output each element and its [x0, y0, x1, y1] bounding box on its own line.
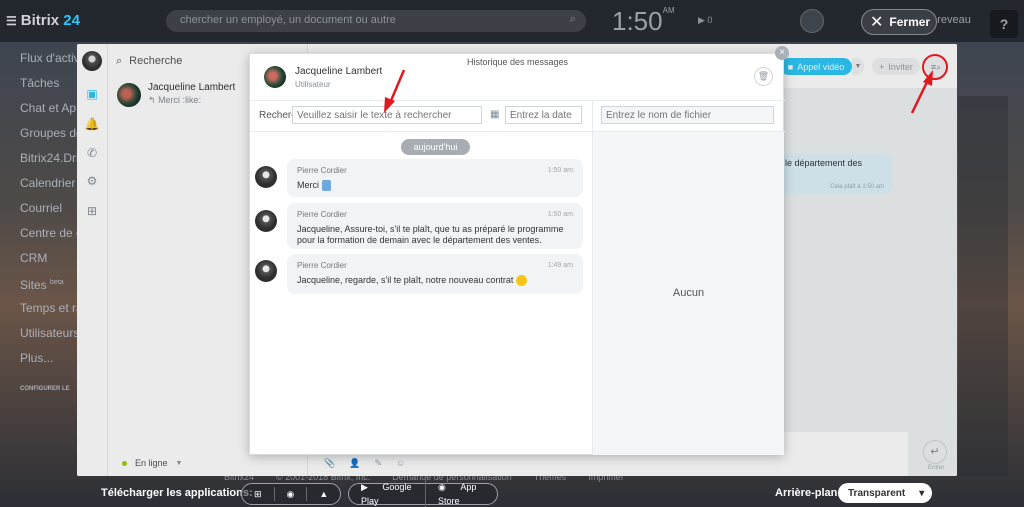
- mobile-apps-group: ▶ Google Play ◉ App Store: [348, 480, 498, 507]
- apple-icon[interactable]: ◉: [275, 487, 308, 501]
- annotation-arrows: [384, 69, 933, 114]
- download-apps-label: Télécharger les applications:: [101, 487, 253, 499]
- background-select[interactable]: Transparent ▾: [838, 483, 932, 503]
- google-play-button[interactable]: ▶ Google Play: [349, 480, 427, 507]
- desktop-apps-group: ⊞ ◉ ▲: [241, 483, 342, 505]
- app-store-label: App Store: [438, 482, 477, 506]
- annotation-arrow: [388, 69, 406, 104]
- google-play-label: Google Play: [361, 482, 412, 506]
- chevron-down-icon: ▾: [919, 487, 925, 499]
- windows-icon[interactable]: ⊞: [242, 487, 275, 501]
- background-label: Arrière-plan:: [775, 487, 842, 499]
- annotation-arrowhead: [923, 70, 933, 86]
- annotation-arrow: [910, 79, 930, 114]
- linux-icon[interactable]: ▲: [307, 487, 340, 501]
- annotation-arrowhead: [384, 97, 395, 113]
- app-store-button[interactable]: ◉ App Store: [426, 480, 497, 507]
- background-value: Transparent: [848, 487, 906, 499]
